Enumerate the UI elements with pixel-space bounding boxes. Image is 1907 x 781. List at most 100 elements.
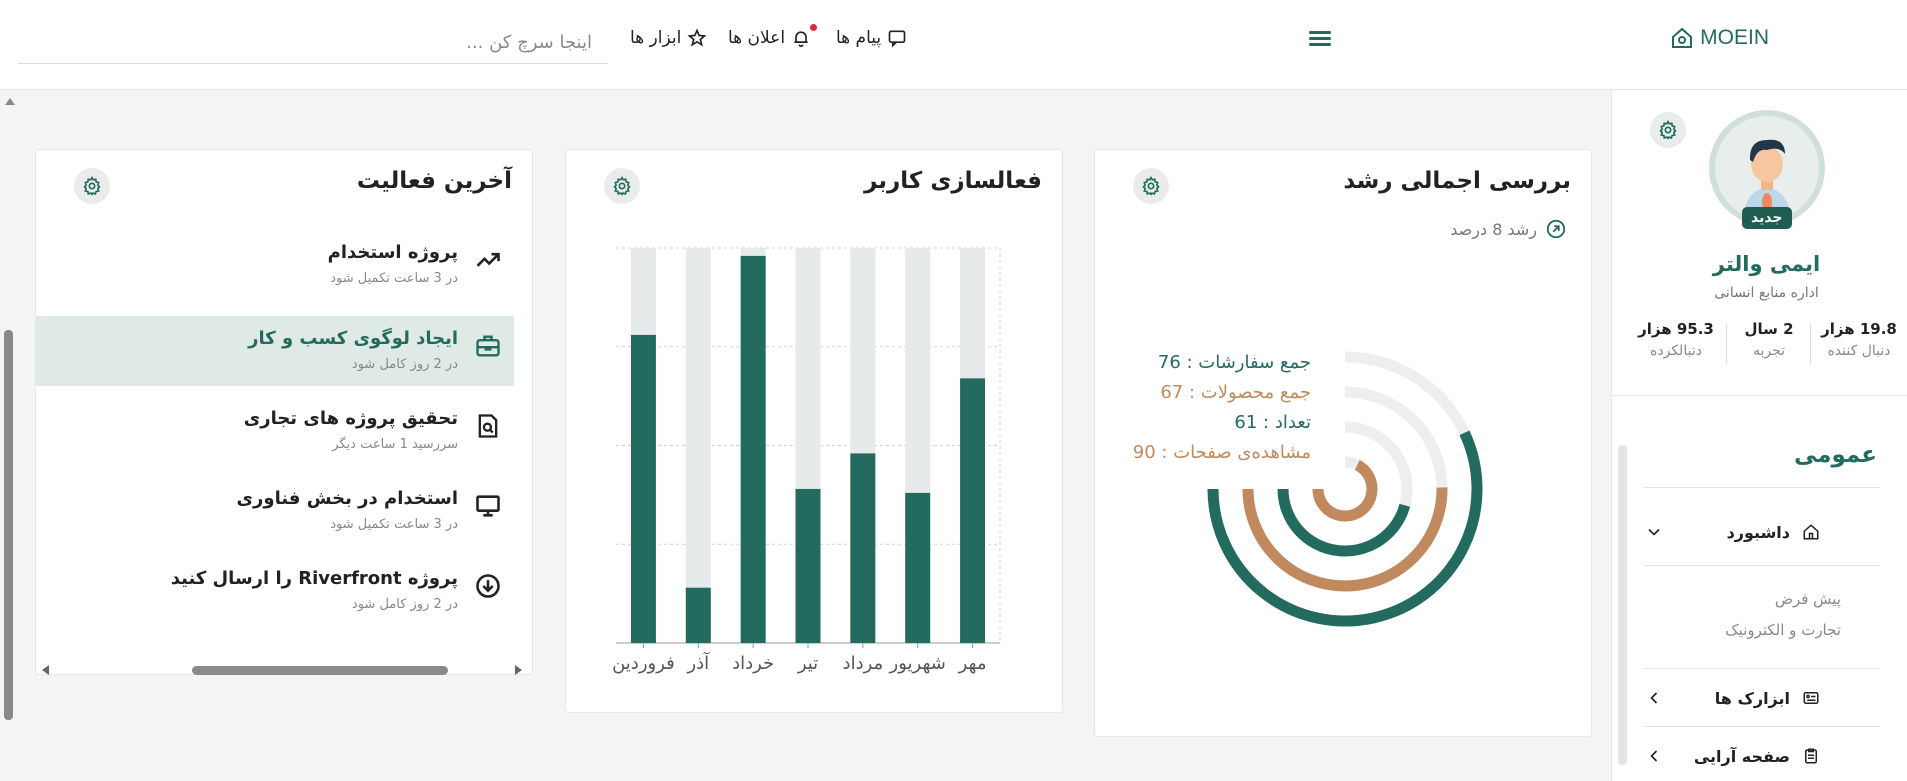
widget-icon bbox=[1803, 692, 1819, 704]
chevron-left-icon bbox=[1650, 750, 1658, 762]
profile-divider bbox=[1612, 395, 1907, 396]
search-input[interactable] bbox=[18, 22, 608, 64]
notification-dot bbox=[810, 24, 817, 31]
profile-sidebar: جدید ایمی والتر اداره منابع انسانی 19.8 … bbox=[1611, 90, 1907, 781]
sidebar-item-layout[interactable]: صفحه آرایی bbox=[1644, 738, 1880, 774]
bar[interactable] bbox=[850, 453, 876, 643]
sidebar-item-label: داشبورد bbox=[1726, 522, 1790, 542]
brand-name: MOEIN bbox=[1700, 26, 1769, 49]
activity-item-title: پروژه Riverfront را ارسال کنید bbox=[170, 568, 458, 589]
top-header: MOEIN پیام ها اعلان ها ابزار ها bbox=[0, 0, 1907, 90]
scroll-up-icon[interactable] bbox=[5, 98, 15, 105]
bar[interactable] bbox=[740, 255, 766, 643]
nav-messages[interactable]: پیام ها bbox=[836, 28, 907, 48]
legend-count: تعداد : 61 bbox=[1234, 412, 1311, 433]
activity-settings-button[interactable] bbox=[74, 168, 110, 204]
activity-item-sub: در 2 روز کامل شود bbox=[351, 597, 458, 612]
x-tick-label: فروردین bbox=[612, 653, 675, 674]
sidebar-item-widgets[interactable]: ابزارک ها bbox=[1644, 680, 1880, 716]
nav-notifications-label: اعلان ها bbox=[728, 28, 786, 48]
trend-icon bbox=[476, 252, 500, 267]
sidebar-item-label: صفحه آرایی bbox=[1693, 746, 1790, 766]
activity-hscrollbar[interactable] bbox=[40, 662, 524, 678]
activity-item-title: تحقیق پروژه های تجاری bbox=[243, 408, 458, 429]
stat-value: 2 سال bbox=[1744, 320, 1794, 338]
legend-products: جمع محصولات : 67 bbox=[1160, 382, 1311, 403]
stat-experience: 2 سال تجربه bbox=[1728, 320, 1810, 359]
stat-label: دنبالکرده bbox=[1650, 343, 1702, 359]
stat-label: دنبال کننده bbox=[1827, 343, 1891, 359]
user-name: ایمی والتر bbox=[1712, 252, 1821, 276]
nav-notifications[interactable]: اعلان ها bbox=[728, 28, 811, 48]
x-tick-label: تیر bbox=[797, 653, 818, 674]
activity-item-sub: در 3 ساعت تکمیل شود bbox=[330, 517, 458, 532]
sidebar-subitem-default[interactable]: پیش فرض bbox=[1775, 590, 1841, 608]
growth-overview-card: بررسی اجمالی رشد رشد 8 درصد جمع سفارشات … bbox=[1094, 149, 1592, 737]
nav-tools-label: ابزار ها bbox=[630, 28, 682, 48]
bar[interactable] bbox=[960, 378, 986, 643]
scroll-thumb[interactable] bbox=[192, 666, 448, 675]
scroll-thumb[interactable] bbox=[4, 330, 13, 720]
latest-activity-card: آخرین فعالیت پروژه استخدام در 3 ساعت تکم… bbox=[35, 149, 533, 675]
scroll-left-icon[interactable] bbox=[42, 665, 49, 675]
radial-bar[interactable] bbox=[1312, 460, 1378, 522]
briefcase-icon bbox=[476, 335, 500, 357]
user-activation-card: فعالسازی کاربر مهر شهریور مرداد تیر خرداد آذر… bbox=[565, 149, 1063, 713]
sidebar-item-dashboard[interactable]: داشبورد bbox=[1644, 514, 1880, 550]
radial-bar[interactable] bbox=[1242, 487, 1448, 592]
menu-divider bbox=[1644, 487, 1880, 488]
activity-item[interactable]: تحقیق پروژه های تجاری سررسید 1 ساعت دیگر bbox=[36, 396, 514, 466]
sidebar-settings-button[interactable] bbox=[1650, 112, 1686, 148]
monitor-icon bbox=[476, 495, 500, 517]
page-scrollbar[interactable] bbox=[0, 90, 18, 781]
stat-divider bbox=[1810, 324, 1811, 364]
legend-orders: جمع سفارشات : 76 bbox=[1157, 352, 1311, 373]
stat-divider bbox=[1726, 324, 1727, 364]
new-badge: جدید bbox=[1742, 207, 1792, 229]
bar[interactable] bbox=[795, 488, 821, 643]
gear-icon bbox=[1659, 120, 1677, 140]
menu-divider bbox=[1644, 565, 1880, 566]
scroll-right-icon[interactable] bbox=[515, 665, 522, 675]
activity-item-active[interactable]: ایجاد لوگوی کسب و کار در 2 روز کامل شود bbox=[36, 316, 514, 386]
activity-item[interactable]: پروژه استخدام در 3 ساعت تکمیل شود bbox=[36, 230, 514, 300]
stat-value: 95.3 هزار bbox=[1638, 320, 1714, 338]
activity-item[interactable]: پروژه Riverfront را ارسال کنید در 2 روز … bbox=[36, 556, 514, 626]
x-tick-label: شهریور bbox=[889, 653, 946, 674]
menu-divider bbox=[1644, 726, 1880, 727]
sidebar-item-label: ابزارک ها bbox=[1714, 688, 1790, 708]
nav-messages-label: پیام ها bbox=[836, 28, 882, 48]
gear-icon bbox=[83, 176, 101, 196]
activity-item-sub: در 3 ساعت تکمیل شود bbox=[330, 271, 458, 286]
x-tick-label: مهر bbox=[958, 653, 987, 674]
x-tick-label: خرداد bbox=[732, 653, 774, 674]
activity-item-title: پروژه استخدام bbox=[327, 242, 458, 263]
message-icon bbox=[888, 30, 906, 48]
activity-item-title: استخدام در بخش فناوری bbox=[236, 488, 458, 509]
menu-toggle-icon[interactable] bbox=[1309, 28, 1333, 48]
bar[interactable] bbox=[905, 492, 931, 643]
activation-bar-chart: مهر شهریورمرداد تیر خرداد آذر فروردین bbox=[612, 247, 1001, 674]
stat-following: 95.3 هزار دنبالکرده bbox=[1626, 320, 1726, 359]
stat-label: تجربه bbox=[1752, 343, 1786, 359]
sidebar-subitem-ecommerce[interactable]: تجارت و الکترونیک bbox=[1725, 621, 1841, 639]
layout-icon bbox=[1805, 748, 1817, 764]
brand-logo[interactable]: MOEIN bbox=[1670, 26, 1769, 50]
bar[interactable] bbox=[630, 334, 656, 643]
user-role: اداره منابع انسانی bbox=[1714, 285, 1819, 301]
menu-divider bbox=[1644, 668, 1880, 669]
activity-title: آخرین فعالیت bbox=[356, 168, 512, 194]
bell-icon bbox=[794, 31, 808, 48]
activity-item[interactable]: استخدام در بخش فناوری در 3 ساعت تکمیل شو… bbox=[36, 476, 514, 546]
activity-item-title: ایجاد لوگوی کسب و کار bbox=[248, 328, 458, 349]
activity-item-sub: در 2 روز کامل شود bbox=[351, 357, 458, 372]
chevron-down-icon bbox=[1648, 528, 1660, 536]
home-icon bbox=[1672, 27, 1693, 48]
user-avatar-icon bbox=[1743, 139, 1791, 220]
sidebar-scrollbar[interactable] bbox=[1618, 445, 1627, 765]
bar[interactable] bbox=[685, 587, 711, 643]
activity-item-sub: سررسید 1 ساعت دیگر bbox=[332, 437, 458, 452]
home-icon bbox=[1803, 524, 1819, 540]
nav-tools[interactable]: ابزار ها bbox=[630, 28, 707, 48]
bar-track bbox=[685, 248, 711, 643]
